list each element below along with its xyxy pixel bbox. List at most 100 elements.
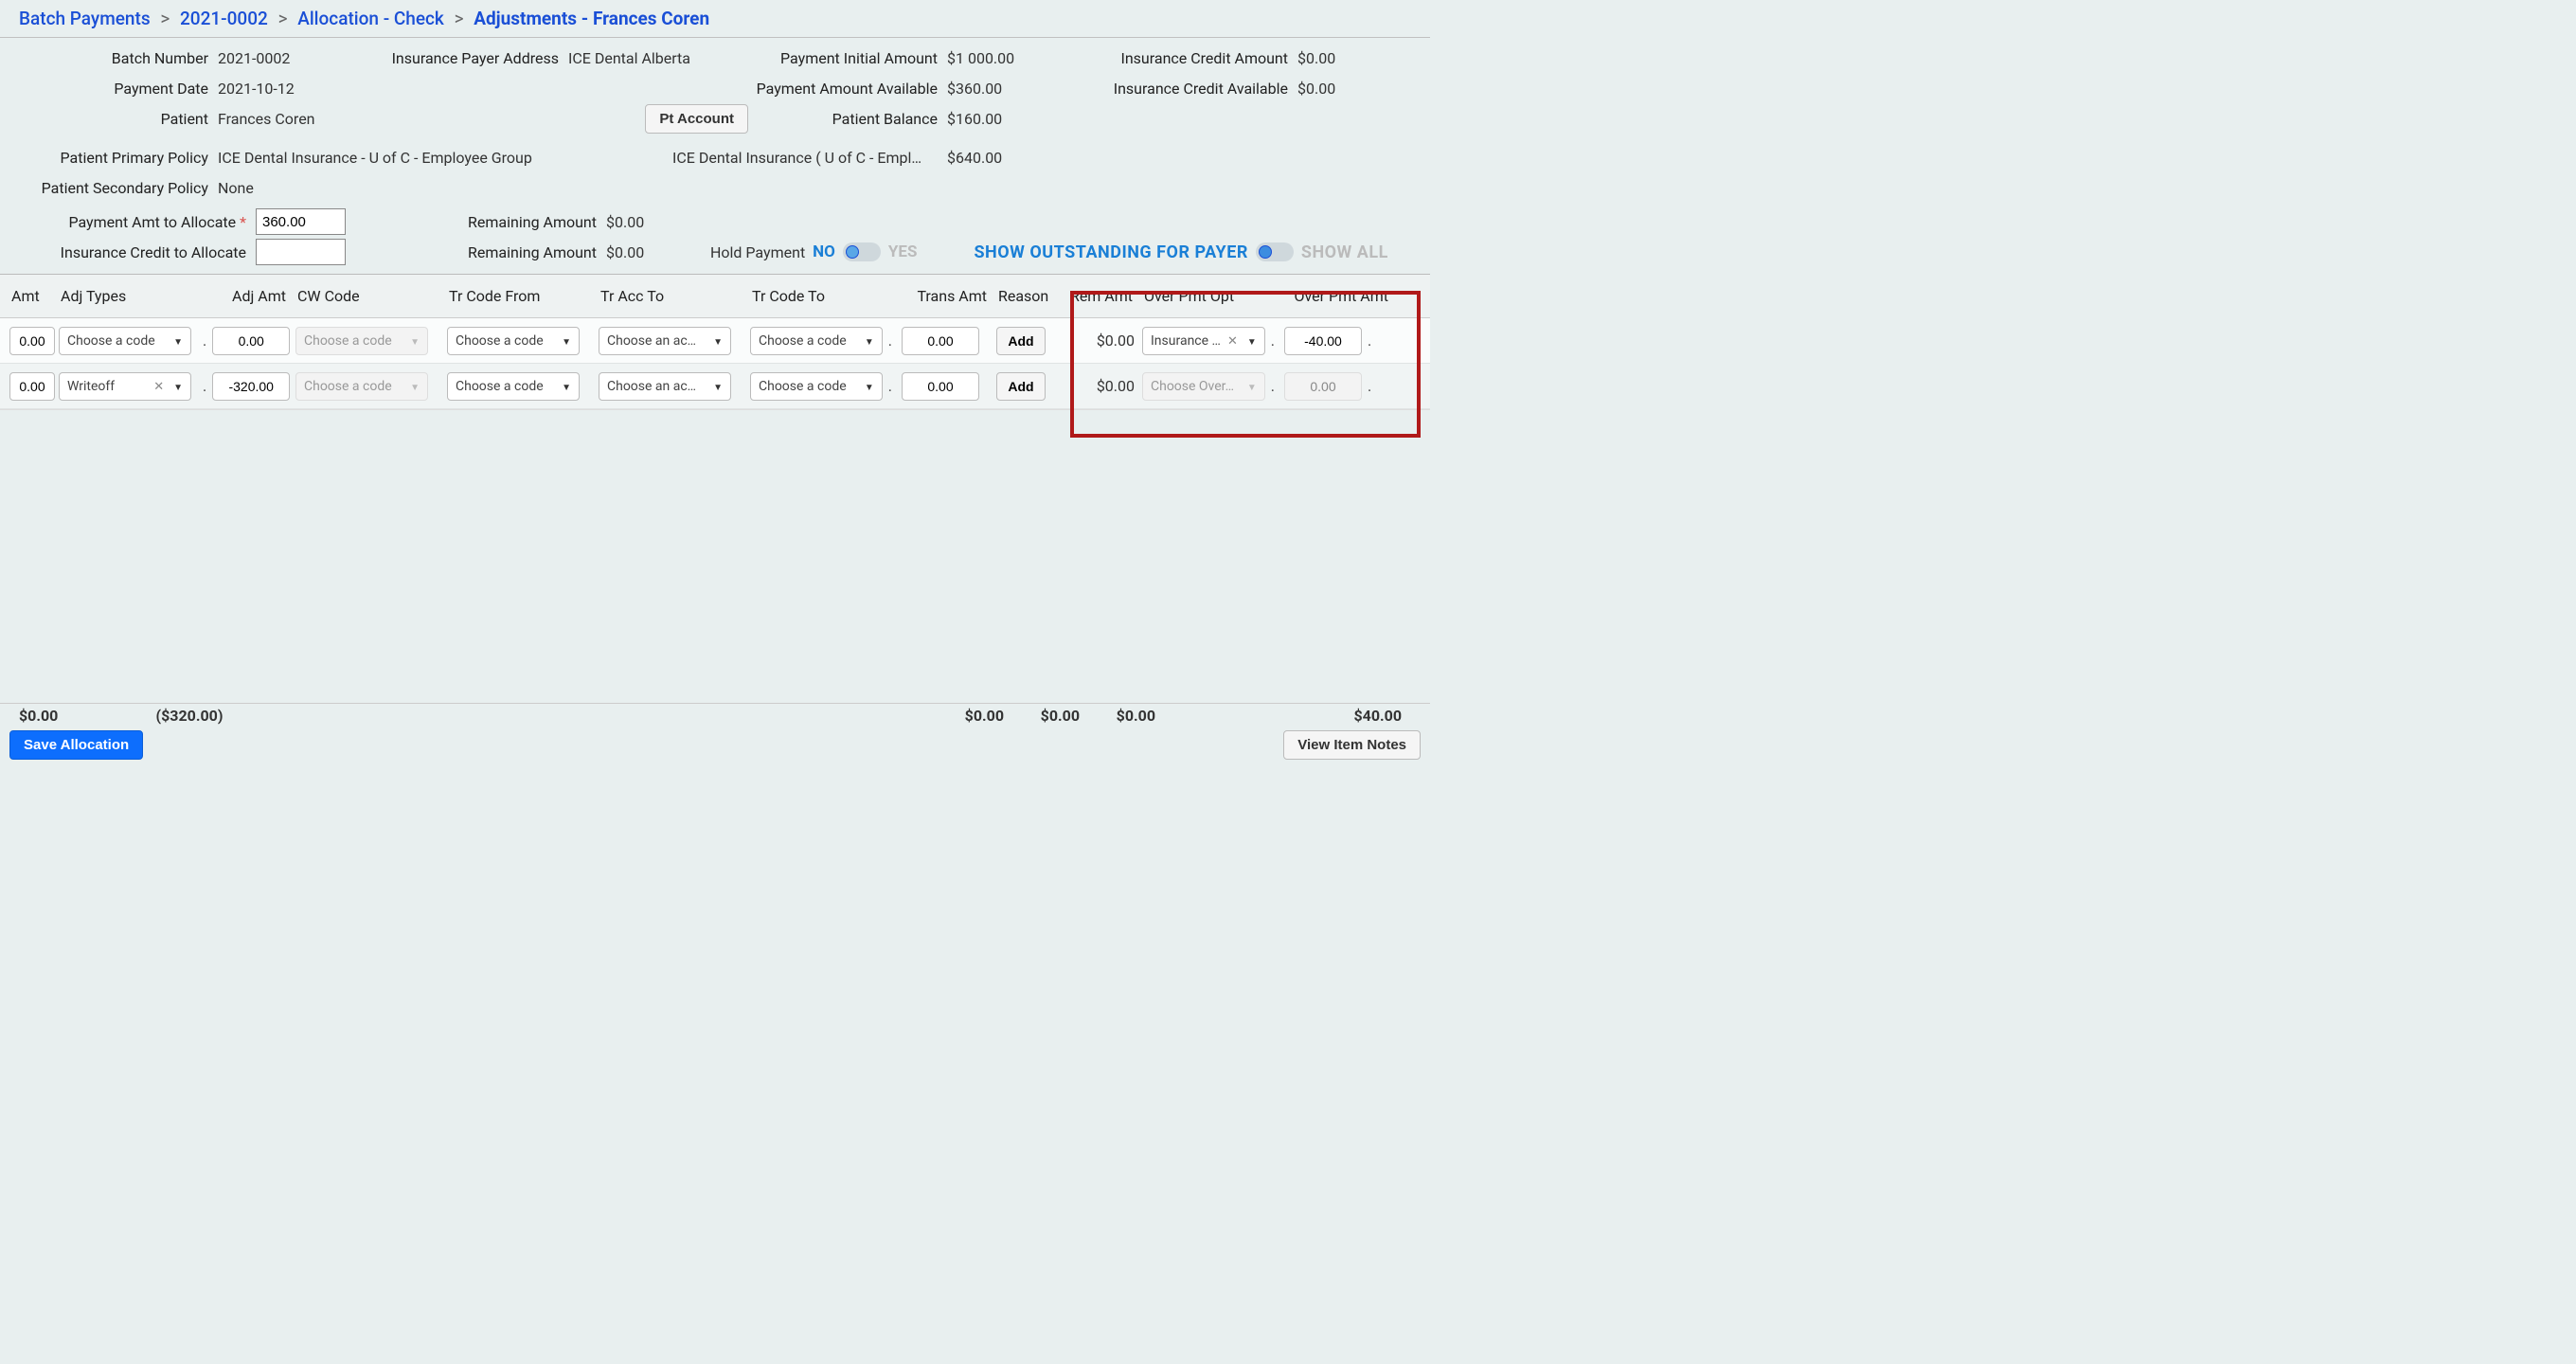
label-primary-policy: Patient Primary Policy	[19, 149, 218, 167]
value-batch-number: 2021-0002	[218, 49, 379, 67]
over-amt-input	[1284, 372, 1362, 401]
hold-no-label: NO	[813, 242, 835, 261]
value-pmt-initial: $1 000.00	[947, 49, 1061, 67]
hold-payment-toggle[interactable]	[843, 242, 881, 261]
label-ins-alloc: Insurance Credit to Allocate	[19, 243, 256, 261]
chevron-down-icon	[404, 333, 420, 349]
value-ins-credit-amt: $0.00	[1297, 49, 1373, 67]
dropdown-placeholder: Choose a code	[759, 333, 847, 349]
value-primary-policy: ICE Dental Insurance - U of C - Employee…	[218, 149, 672, 167]
label-ins-credit-avail: Insurance Credit Available	[1061, 80, 1297, 98]
show-outstanding-toggle[interactable]	[1256, 242, 1294, 261]
label-pmt-avail: Payment Amount Available	[748, 80, 947, 98]
amt-input[interactable]	[9, 372, 55, 401]
label-patient: Patient	[19, 110, 218, 128]
breadcrumb-sep: >	[455, 8, 464, 29]
value-primary-policy-amt: $640.00	[947, 149, 1002, 167]
dropdown-placeholder: Choose a code	[304, 379, 392, 394]
adjustments-table: Amt Adj Types Adj Amt CW Code Tr Code Fr…	[0, 274, 1430, 410]
value-remaining-1: $0.00	[606, 213, 701, 231]
add-button[interactable]: Add	[996, 372, 1046, 401]
dropdown-placeholder: Choose a code	[759, 379, 847, 394]
breadcrumb-link-batch[interactable]: Batch Payments	[19, 8, 151, 29]
dropdown-placeholder: Choose a code	[456, 333, 544, 349]
header-summary: Batch Number 2021-0002 Insurance Payer A…	[0, 38, 1430, 274]
clear-icon[interactable]: ✕	[1227, 334, 1238, 349]
adj-amt-input[interactable]	[212, 372, 290, 401]
cw-code-dropdown: Choose a code	[295, 327, 428, 355]
over-amt-input[interactable]	[1284, 327, 1362, 355]
chevron-down-icon	[168, 379, 183, 394]
value-pmt-avail: $360.00	[947, 80, 1061, 98]
col-over-opt: Over Pmt Opt	[1138, 287, 1280, 305]
breadcrumb-link-id[interactable]: 2021-0002	[180, 8, 268, 29]
label-hold-payment: Hold Payment	[710, 243, 805, 261]
adj-type-dropdown[interactable]: Writeoff ✕	[59, 372, 191, 401]
col-tr-from: Tr Code From	[443, 287, 595, 305]
label-remaining-1: Remaining Amount	[369, 213, 606, 231]
label-patient-balance: Patient Balance	[748, 110, 947, 128]
value-payer-address: ICE Dental Alberta	[568, 49, 748, 67]
chevron-down-icon	[859, 333, 874, 349]
add-button[interactable]: Add	[996, 327, 1046, 355]
show-outstanding-label: SHOW OUTSTANDING FOR PAYER	[974, 242, 1247, 262]
over-opt-dropdown[interactable]: Insurance … ✕	[1142, 327, 1265, 355]
amt-input[interactable]	[9, 327, 55, 355]
clear-icon[interactable]: ✕	[153, 380, 164, 394]
label-secondary-policy: Patient Secondary Policy	[19, 179, 218, 197]
tr-to-dropdown[interactable]: Choose a code	[750, 372, 883, 401]
over-opt-dropdown[interactable]: Choose Over…	[1142, 372, 1265, 401]
trans-amt-input[interactable]	[902, 327, 979, 355]
total-trans: $0.00	[313, 707, 1004, 725]
chevron-down-icon	[707, 379, 723, 394]
col-trans-amt: Trans Amt	[898, 287, 993, 305]
ins-credit-allocate-input[interactable]	[256, 239, 346, 265]
dropdown-placeholder: Choose a code	[304, 333, 392, 349]
col-reason: Reason	[993, 287, 1063, 305]
total-adj: ($320.00)	[66, 707, 313, 725]
save-allocation-button[interactable]: Save Allocation	[9, 730, 143, 760]
dropdown-value: Writeoff	[67, 379, 115, 394]
footer: $0.00 ($320.00) $0.00 $0.00 $0.00 $40.00…	[0, 703, 1430, 758]
totals-row: $0.00 ($320.00) $0.00 $0.00 $0.00 $40.00	[0, 704, 1430, 727]
trans-amt-input[interactable]	[902, 372, 979, 401]
breadcrumb-link-alloc[interactable]: Allocation - Check	[297, 8, 444, 29]
tr-to-dropdown[interactable]: Choose a code	[750, 327, 883, 355]
adj-type-dropdown[interactable]: Choose a code	[59, 327, 191, 355]
table-row: Choose a code . Choose a code Choose a c…	[0, 318, 1430, 364]
col-adj-amt: Adj Amt	[197, 287, 292, 305]
dropdown-value: Insurance …	[1151, 333, 1221, 349]
adj-amt-input[interactable]	[212, 327, 290, 355]
value-payment-date: 2021-10-12	[218, 80, 379, 98]
dropdown-placeholder: Choose Over…	[1151, 379, 1234, 394]
label-batch-number: Batch Number	[19, 49, 218, 67]
col-amt: Amt	[6, 287, 55, 305]
value-ins-credit-avail: $0.00	[1297, 80, 1373, 98]
view-item-notes-button[interactable]: View Item Notes	[1283, 730, 1421, 760]
col-rem-amt: Rem Amt	[1063, 287, 1138, 305]
total-over: $40.00	[1155, 707, 1402, 725]
chevron-down-icon	[1242, 333, 1257, 349]
chevron-down-icon	[404, 379, 420, 394]
value-patient: Frances Coren	[218, 110, 379, 128]
label-payer-address: Insurance Payer Address	[379, 49, 568, 67]
dropdown-placeholder: Choose an ac…	[607, 379, 696, 394]
label-remaining-2: Remaining Amount	[369, 243, 606, 261]
rem-amt-value: $0.00	[1068, 377, 1135, 395]
tr-from-dropdown[interactable]: Choose a code	[447, 327, 580, 355]
col-cw-code: CW Code	[292, 287, 443, 305]
chevron-down-icon	[1242, 379, 1257, 394]
cw-code-dropdown: Choose a code	[295, 372, 428, 401]
pt-account-button[interactable]: Pt Account	[645, 104, 748, 134]
tr-acc-dropdown[interactable]: Choose an ac…	[599, 372, 731, 401]
value-primary-policy-short: ICE Dental Insurance ( U of C - Empl…	[672, 149, 947, 167]
chevron-down-icon	[556, 379, 571, 394]
chevron-down-icon	[859, 379, 874, 394]
payment-allocate-input[interactable]	[256, 208, 346, 235]
tr-acc-dropdown[interactable]: Choose an ac…	[599, 327, 731, 355]
tr-from-dropdown[interactable]: Choose a code	[447, 372, 580, 401]
total-rem: $0.00	[1080, 707, 1155, 725]
label-pmt-alloc: Payment Amt to Allocate *	[19, 213, 256, 231]
breadcrumb-sep: >	[278, 8, 288, 29]
show-all-label: SHOW ALL	[1301, 242, 1388, 262]
